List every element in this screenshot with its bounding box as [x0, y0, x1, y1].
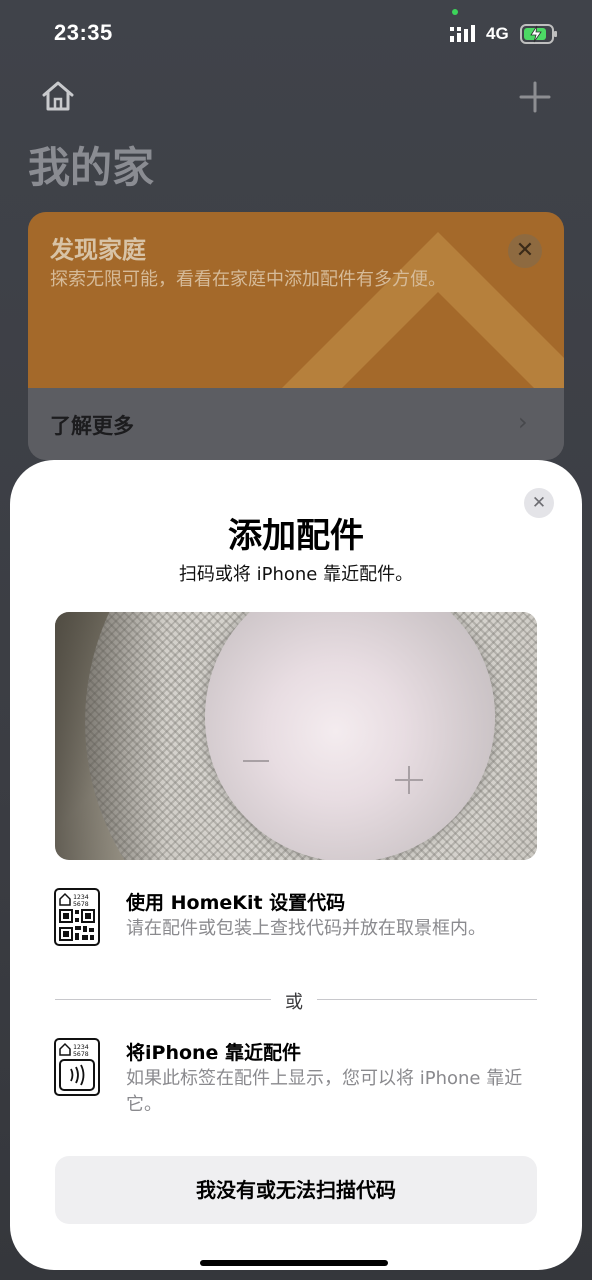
signal-icon [450, 25, 475, 42]
add-accessory-sheet: ✕ 添加配件 扫码或将 iPhone 靠近配件。 1234 5678 使用 Ho… [10, 460, 582, 1270]
or-label: 或 [285, 992, 303, 1013]
status-time: 23:35 [54, 20, 113, 45]
learn-more-link[interactable]: 了解更多 › [28, 388, 564, 460]
privacy-indicator [452, 9, 458, 15]
sheet-subtitle: 扫码或将 iPhone 靠近配件。 [178, 564, 414, 585]
learn-more-label: 了解更多 [50, 414, 134, 438]
discover-card-banner: 发现家庭 探索无限可能，看看在家庭中添加配件有多方便。 ✕ [28, 212, 564, 388]
option-description: 请在配件或包装上查找代码并放在取景框内。 [126, 918, 486, 939]
option-description: 如果此标签在配件上显示，您可以将 iPhone 靠近它。 [126, 1068, 523, 1115]
option-title: 使用 HomeKit 设置代码 [126, 892, 346, 914]
svg-text:5678: 5678 [73, 900, 89, 908]
discover-home-card[interactable]: 发现家庭 探索无限可能，看看在家庭中添加配件有多方便。 ✕ 了解更多 › [28, 212, 564, 460]
option-title: 将iPhone 靠近配件 [126, 1042, 302, 1064]
home-indicator [200, 1260, 388, 1266]
sheet-title: 添加配件 [228, 516, 364, 556]
homekit-qr-code-icon: 1234 5678 [54, 888, 100, 946]
discover-card-title: 发现家庭 [50, 236, 146, 264]
add-icon[interactable] [518, 80, 552, 114]
svg-text:5678: 5678 [73, 1050, 89, 1058]
battery-charging-icon [520, 24, 557, 44]
discover-card-text: 探索无限可能，看看在家庭中添加配件有多方便。 [50, 269, 446, 290]
status-bar: 23:35 4G [0, 0, 592, 66]
close-icon[interactable]: ✕ [508, 234, 542, 268]
no-code-button[interactable]: 我没有或无法扫描代码 [55, 1156, 537, 1224]
page-title: 我的家 [28, 143, 155, 192]
chevron-right-icon: › [518, 408, 528, 436]
home-icon[interactable] [40, 80, 76, 112]
camera-viewfinder[interactable] [55, 612, 537, 860]
nfc-tag-icon: 1234 5678 [54, 1038, 100, 1096]
or-divider: 或 [55, 988, 537, 1013]
network-type: 4G [486, 24, 509, 43]
